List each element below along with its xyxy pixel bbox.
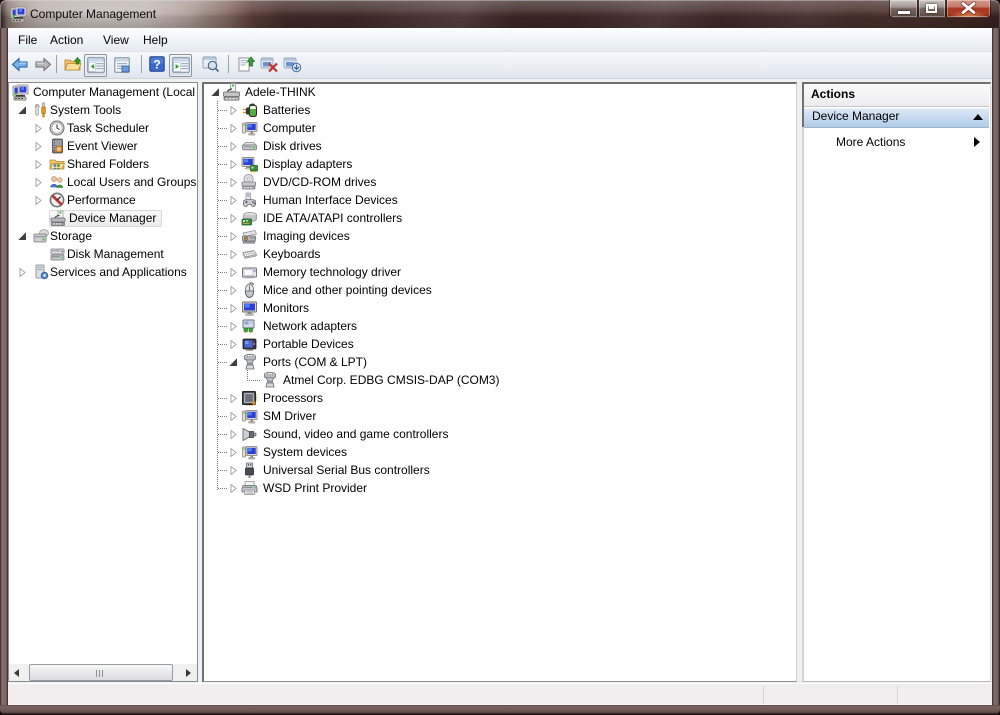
svg-text:?: ?	[153, 58, 160, 72]
